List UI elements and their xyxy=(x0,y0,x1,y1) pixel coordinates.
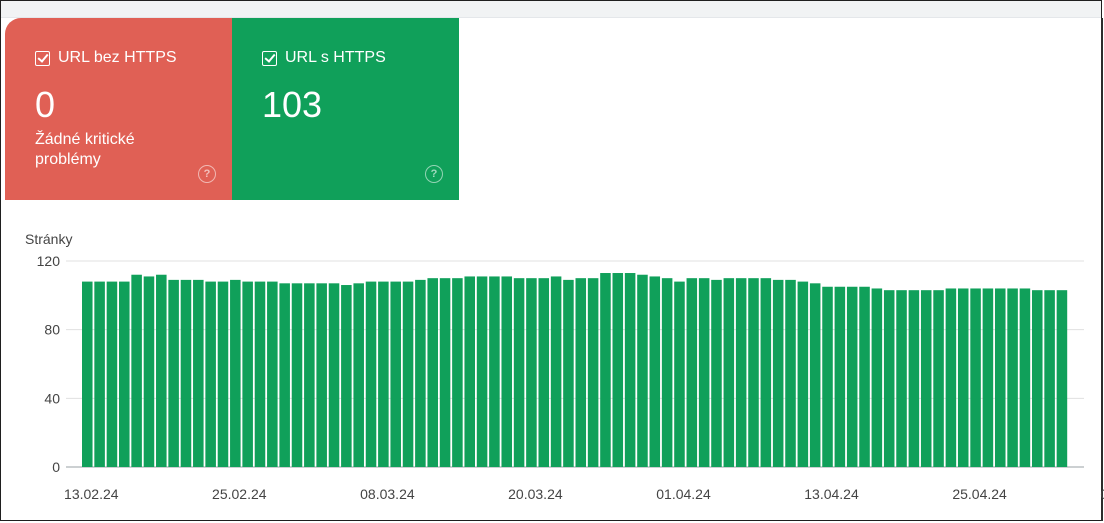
bar xyxy=(612,273,624,467)
bar xyxy=(489,276,500,467)
bar xyxy=(279,283,290,467)
bar xyxy=(674,281,685,467)
bar xyxy=(723,278,735,467)
bar xyxy=(304,283,315,467)
bar xyxy=(711,279,722,467)
bar xyxy=(94,281,105,467)
bar xyxy=(316,283,327,467)
bar xyxy=(205,281,216,467)
bar xyxy=(1056,290,1068,467)
bar xyxy=(735,278,747,467)
x-tick-label: 13.04.24 xyxy=(804,486,859,502)
bar xyxy=(538,278,550,467)
x-tick-label: 25.02.24 xyxy=(212,486,267,502)
bar xyxy=(1044,290,1055,467)
bar xyxy=(476,276,488,467)
bar xyxy=(933,290,944,467)
bar xyxy=(131,274,142,467)
x-tick-label: 01.04.24 xyxy=(656,486,711,502)
x-tick-label: 08.03.24 xyxy=(360,486,415,502)
bar xyxy=(994,288,1006,467)
bar xyxy=(168,279,179,467)
y-tick-label: 80 xyxy=(44,322,60,338)
bar xyxy=(464,276,475,467)
bar xyxy=(230,279,241,467)
bar xyxy=(686,278,698,467)
bar xyxy=(809,283,821,467)
bar xyxy=(624,273,636,467)
bar xyxy=(1019,288,1031,467)
y-tick-label: 0 xyxy=(52,459,60,475)
bar xyxy=(82,281,93,467)
bar xyxy=(1007,288,1018,467)
y-tick-label: 120 xyxy=(37,253,61,269)
bar xyxy=(920,290,932,467)
bar xyxy=(365,281,377,467)
bar xyxy=(797,281,809,467)
bar xyxy=(415,279,426,467)
bar xyxy=(341,285,352,467)
x-tick-label: 25.04.24 xyxy=(952,486,1007,502)
bar xyxy=(896,290,907,467)
bar xyxy=(600,273,611,467)
bar xyxy=(661,278,673,467)
bar xyxy=(390,281,401,467)
bar xyxy=(834,286,846,467)
bar xyxy=(353,283,364,467)
x-tick-label: 20.03.24 xyxy=(508,486,563,502)
bar xyxy=(452,278,463,467)
bar xyxy=(119,281,130,467)
bar xyxy=(402,281,414,467)
bar xyxy=(501,276,513,467)
bar xyxy=(1031,290,1043,467)
bar xyxy=(822,286,833,467)
bar xyxy=(760,278,772,467)
bar xyxy=(328,283,340,467)
bar xyxy=(439,278,451,467)
bar xyxy=(254,281,266,467)
pages-bar-chart: 0 40 80 120 13.02.24 25.02.24 08.03.24 20.03.24… xyxy=(37,253,1104,502)
bar xyxy=(957,288,969,467)
bar xyxy=(180,279,192,467)
bar xyxy=(945,288,957,467)
bar xyxy=(550,276,562,467)
bar xyxy=(106,281,118,467)
bar xyxy=(143,276,155,467)
bar xyxy=(883,290,895,467)
bar xyxy=(637,274,648,467)
bar xyxy=(267,281,278,467)
bar xyxy=(908,290,920,467)
x-tick-label: 07.05.24 xyxy=(1100,486,1104,502)
bar xyxy=(785,279,796,467)
bar xyxy=(242,281,253,467)
bar xyxy=(982,288,994,467)
bar xyxy=(217,281,229,467)
bar xyxy=(291,283,303,467)
bar xyxy=(587,278,599,467)
bar xyxy=(871,288,883,467)
bar xyxy=(526,278,537,467)
bar xyxy=(748,278,759,467)
bar xyxy=(563,279,574,467)
bar xyxy=(649,276,661,467)
bar xyxy=(513,278,525,467)
bar xyxy=(859,286,870,467)
bar xyxy=(156,274,167,467)
y-tick-label: 40 xyxy=(44,390,60,406)
x-tick-label: 13.02.24 xyxy=(64,486,119,502)
bar xyxy=(970,288,981,467)
bar xyxy=(772,279,784,467)
bar xyxy=(698,278,710,467)
bar xyxy=(846,286,858,467)
bar xyxy=(378,281,389,467)
bar xyxy=(427,278,438,467)
bar xyxy=(193,279,204,467)
bar xyxy=(575,278,587,467)
